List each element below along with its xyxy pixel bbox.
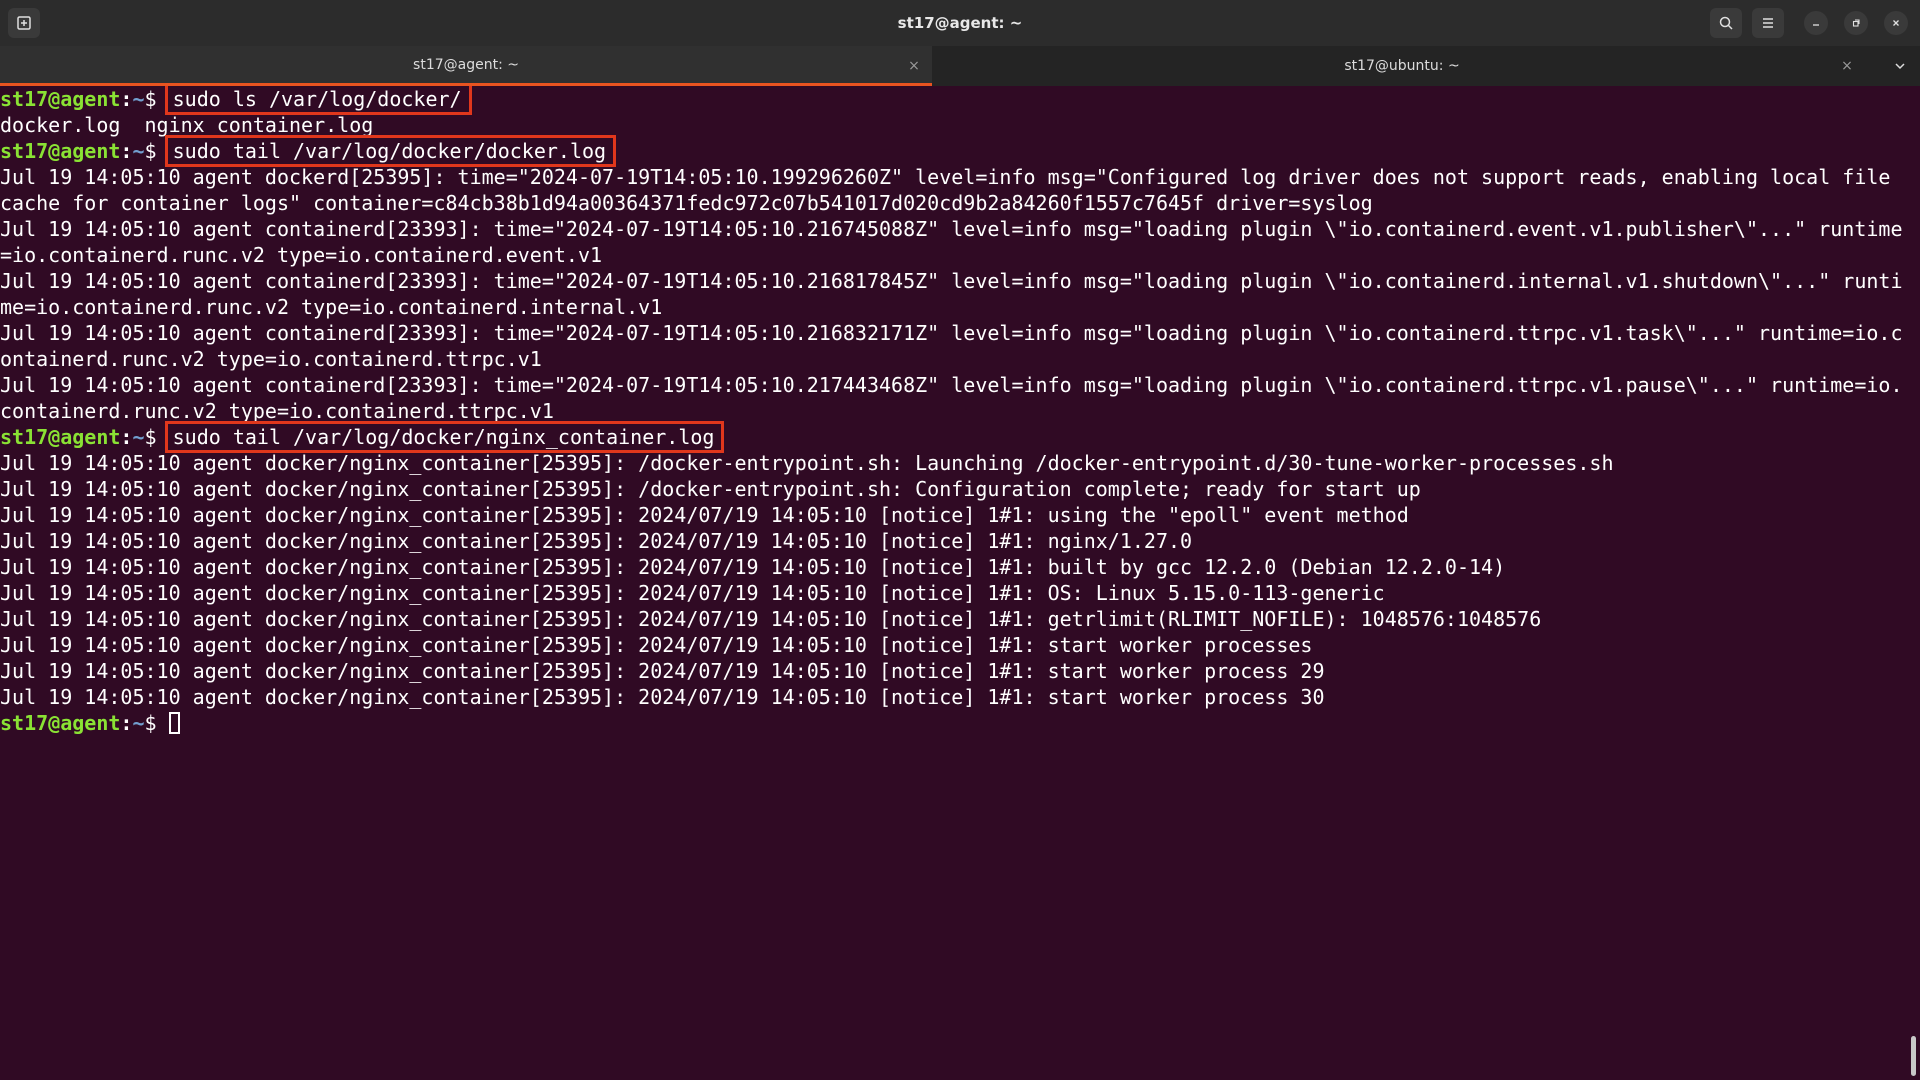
close-button[interactable] — [1884, 11, 1908, 35]
output-line: Jul 19 14:05:10 agent containerd[23393]:… — [0, 269, 1903, 293]
output-line: Jul 19 14:05:10 agent containerd[23393]:… — [0, 217, 1903, 241]
prompt-dollar: $ — [144, 711, 169, 735]
prompt-path: ~ — [132, 139, 145, 163]
output-line: =io.containerd.runc.v2 type=io.container… — [0, 243, 603, 267]
output-line: Jul 19 14:05:10 agent containerd[23393]:… — [0, 321, 1903, 345]
output-line: docker.log nginx_container.log — [0, 113, 374, 137]
tab-agent[interactable]: st17@agent: ~ × — [0, 46, 932, 86]
tab-bar: st17@agent: ~ × st17@ubuntu: ~ × — [0, 46, 1920, 86]
prompt-user-host: st17@agent — [0, 87, 121, 111]
window-title: st17@agent: ~ — [897, 14, 1023, 32]
tab-close-icon[interactable]: × — [1839, 58, 1855, 74]
output-line: Jul 19 14:05:10 agent docker/nginx_conta… — [0, 607, 1542, 631]
prompt-line: st17@agent:~$ sudo tail /var/log/docker/… — [0, 135, 1904, 167]
output-line: Jul 19 14:05:10 agent docker/nginx_conta… — [0, 477, 1421, 501]
prompt-user-host: st17@agent — [0, 425, 121, 449]
prompt-path: ~ — [132, 87, 145, 111]
tab-list-chevron-down-icon[interactable] — [1892, 58, 1908, 74]
prompt-line: st17@agent:~$ sudo ls /var/log/docker/ — [0, 86, 1904, 115]
new-tab-icon — [16, 15, 32, 31]
tab-close-icon[interactable]: × — [906, 58, 922, 74]
output-line: ontainerd.runc.v2 type=io.containerd.ttr… — [0, 347, 542, 371]
hamburger-menu-icon — [1760, 15, 1776, 31]
minimize-button[interactable] — [1804, 11, 1828, 35]
prompt-dollar: $ — [144, 425, 169, 449]
prompt-dollar: $ — [144, 87, 169, 111]
output-line: Jul 19 14:05:10 agent dockerd[25395]: ti… — [0, 165, 1891, 189]
terminal-output[interactable]: st17@agent:~$ sudo ls /var/log/docker/ d… — [0, 86, 1904, 1080]
scrollbar[interactable] — [1911, 1036, 1916, 1076]
output-line: Jul 19 14:05:10 agent docker/nginx_conta… — [0, 685, 1325, 709]
prompt-colon: : — [120, 425, 133, 449]
output-line: Jul 19 14:05:10 agent docker/nginx_conta… — [0, 503, 1409, 527]
prompt-line[interactable]: st17@agent:~$ — [0, 710, 1904, 736]
output-line: Jul 19 14:05:10 agent containerd[23393]:… — [0, 373, 1903, 397]
prompt-dollar: $ — [144, 139, 169, 163]
prompt-colon: : — [120, 711, 133, 735]
prompt-user-host: st17@agent — [0, 711, 121, 735]
search-icon — [1718, 15, 1734, 31]
output-line: Jul 19 14:05:10 agent docker/nginx_conta… — [0, 659, 1325, 683]
close-icon — [1890, 17, 1902, 29]
tab-ubuntu[interactable]: st17@ubuntu: ~ × — [932, 46, 1872, 86]
search-button[interactable] — [1710, 8, 1742, 38]
maximize-icon — [1850, 17, 1862, 29]
tab-label: st17@agent: ~ — [413, 56, 519, 73]
tab-label: st17@ubuntu: ~ — [1344, 58, 1460, 74]
prompt-path: ~ — [132, 711, 145, 735]
prompt-user-host: st17@agent — [0, 139, 121, 163]
maximize-button[interactable] — [1844, 11, 1868, 35]
highlighted-command: sudo ls /var/log/docker/ — [164, 86, 472, 115]
prompt-colon: : — [120, 87, 133, 111]
output-line: Jul 19 14:05:10 agent docker/nginx_conta… — [0, 581, 1385, 605]
prompt-path: ~ — [132, 425, 145, 449]
output-line: Jul 19 14:05:10 agent docker/nginx_conta… — [0, 529, 1193, 553]
menu-button[interactable] — [1752, 8, 1784, 38]
prompt-colon: : — [120, 139, 133, 163]
output-line: Jul 19 14:05:10 agent docker/nginx_conta… — [0, 451, 1614, 475]
prompt-line: st17@agent:~$ sudo tail /var/log/docker/… — [0, 421, 1904, 453]
new-tab-button[interactable] — [8, 8, 40, 38]
highlighted-command: sudo tail /var/log/docker/docker.log — [164, 135, 617, 167]
title-bar: st17@agent: ~ — [0, 0, 1920, 46]
output-line: Jul 19 14:05:10 agent docker/nginx_conta… — [0, 555, 1506, 579]
text-cursor — [168, 712, 180, 734]
output-line: containerd.runc.v2 type=io.containerd.tt… — [0, 399, 554, 423]
output-line: Jul 19 14:05:10 agent docker/nginx_conta… — [0, 633, 1313, 657]
output-line: cache for container logs" container=c84c… — [0, 191, 1373, 215]
output-line: me=io.containerd.runc.v2 type=io.contain… — [0, 295, 663, 319]
highlighted-command: sudo tail /var/log/docker/nginx_containe… — [164, 421, 725, 453]
minimize-icon — [1810, 17, 1822, 29]
